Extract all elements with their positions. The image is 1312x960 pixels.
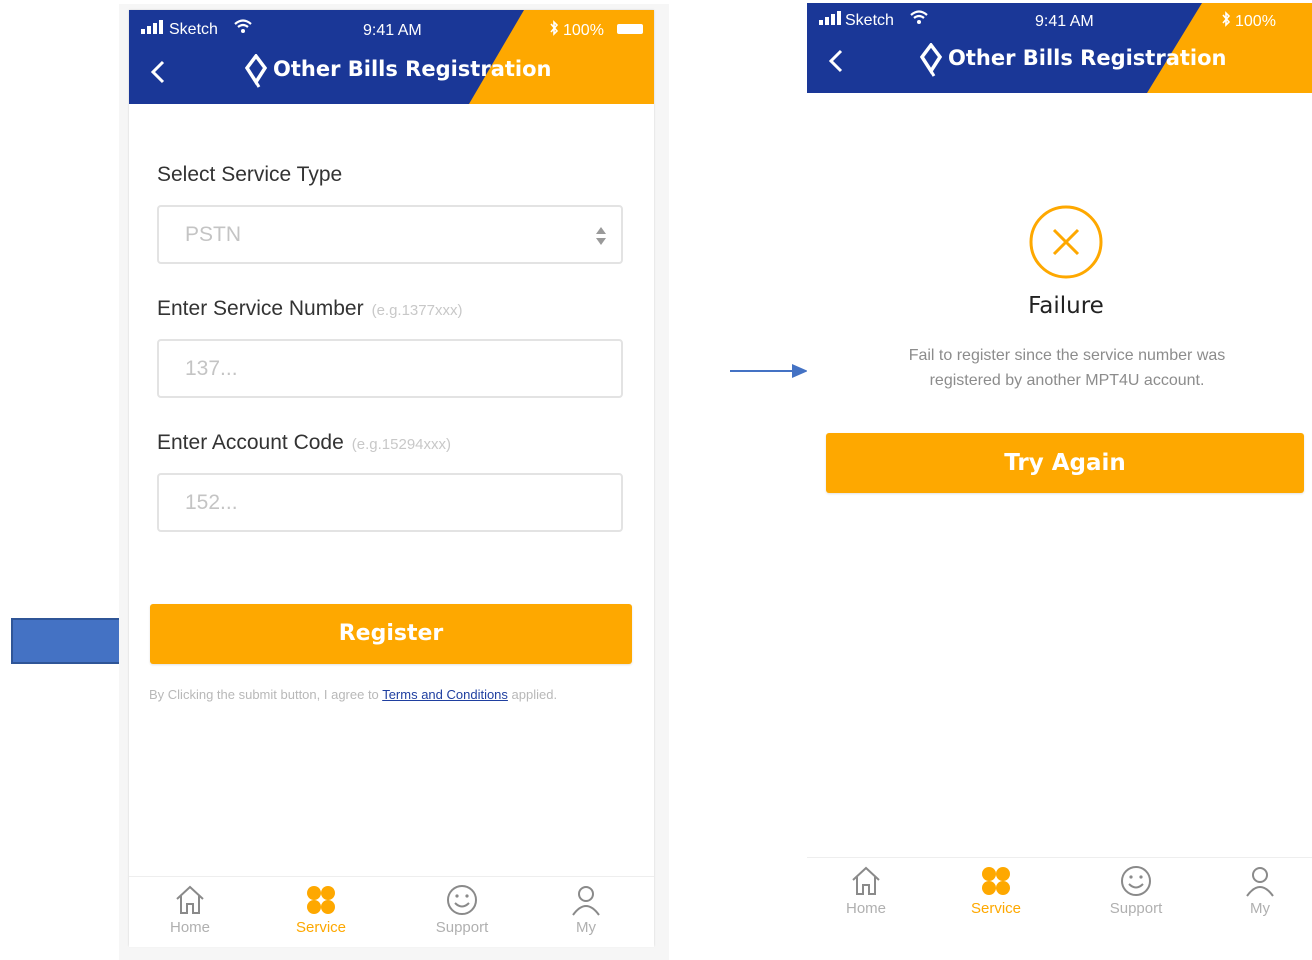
service-grid-icon xyxy=(307,886,335,914)
result-message: Fail to register since the service numbe… xyxy=(847,343,1287,393)
service-number-placeholder: 137... xyxy=(185,357,238,380)
brand-logo-icon xyxy=(244,53,268,88)
tab-my[interactable]: My xyxy=(551,883,621,945)
tab-my-label: My xyxy=(1250,900,1270,917)
tab-support-label: Support xyxy=(435,919,489,936)
brand-logo-icon xyxy=(919,42,943,77)
page-title: Other Bills Registration xyxy=(948,46,1227,70)
bluetooth-icon xyxy=(1221,11,1231,32)
smiley-icon xyxy=(447,885,477,915)
failure-phone-mockup: Sketch 9:41 AM 100% Other Bills Registra… xyxy=(807,3,1312,960)
home-icon xyxy=(176,885,204,914)
tab-support-label: Support xyxy=(1109,900,1163,917)
select-arrows-icon xyxy=(595,226,607,246)
tab-home-label: Home xyxy=(845,900,886,917)
app-header: Sketch 9:41 AM 100% Other Bills Registra… xyxy=(807,3,1312,93)
account-code-input[interactable]: 152... xyxy=(157,473,623,532)
service-type-label: Select Service Type xyxy=(157,163,342,187)
page-title: Other Bills Registration xyxy=(273,57,552,81)
terms-suffix: applied. xyxy=(511,687,558,702)
service-number-input[interactable]: 137... xyxy=(157,339,623,398)
registration-screen: Sketch 9:41 AM 100% Other Bills Registra… xyxy=(129,10,654,947)
tab-bar: Home Service Support My xyxy=(807,857,1312,928)
account-code-label-text: Enter Account Code xyxy=(157,431,344,454)
smiley-icon xyxy=(1121,866,1151,896)
tab-service[interactable]: Service xyxy=(961,864,1031,926)
register-button[interactable]: Register xyxy=(150,604,632,664)
result-message-line1: Fail to register since the service numbe… xyxy=(908,347,1226,364)
terms-notice: By Clicking the submit button, I agree t… xyxy=(149,687,557,702)
app-header: Sketch 9:41 AM 100% Other Bills Registra… xyxy=(129,10,654,104)
nav-bar: Other Bills Registration xyxy=(129,52,654,92)
service-number-label: Enter Service Number (e.g.1377xxx) xyxy=(157,297,462,321)
tab-service-label: Service xyxy=(295,919,347,936)
battery-icon xyxy=(617,24,643,34)
account-code-label: Enter Account Code (e.g.15294xxx) xyxy=(157,431,451,455)
result-message-line2: registered by another MPT4U account. xyxy=(929,372,1205,389)
service-type-label-text: Select Service Type xyxy=(157,163,343,186)
tab-support[interactable]: Support xyxy=(1101,864,1171,926)
try-again-button[interactable]: Try Again xyxy=(826,433,1304,493)
close-circle-icon xyxy=(1027,203,1105,281)
carrier-name: Sketch xyxy=(845,12,894,29)
terms-link[interactable]: Terms and Conditions xyxy=(382,687,508,702)
battery-percent: 100% xyxy=(1235,13,1276,30)
carrier-name: Sketch xyxy=(169,21,218,38)
status-bar: Sketch 9:41 AM 100% xyxy=(129,18,654,40)
result-title: Failure xyxy=(1028,293,1104,319)
tab-home[interactable]: Home xyxy=(831,864,901,926)
tab-my-label: My xyxy=(576,919,596,936)
tab-service-label: Service xyxy=(970,900,1022,917)
back-button[interactable] xyxy=(825,47,849,75)
signal-icon xyxy=(819,11,841,30)
battery-percent: 100% xyxy=(563,22,604,39)
service-number-hint: (e.g.1377xxx) xyxy=(371,302,463,319)
account-code-placeholder: 152... xyxy=(185,491,238,514)
bluetooth-icon xyxy=(549,20,559,41)
tab-home-label: Home xyxy=(169,919,210,936)
wifi-icon xyxy=(909,9,929,30)
service-type-value: PSTN xyxy=(185,223,242,246)
tab-my[interactable]: My xyxy=(1225,864,1295,926)
status-time: 9:41 AM xyxy=(1035,13,1094,30)
home-icon xyxy=(852,866,880,895)
person-icon xyxy=(1246,867,1274,897)
person-icon xyxy=(572,886,600,916)
service-type-select[interactable]: PSTN xyxy=(157,205,623,264)
tab-home[interactable]: Home xyxy=(155,883,225,945)
service-number-label-text: Enter Service Number xyxy=(157,297,364,320)
nav-bar: Other Bills Registration xyxy=(807,41,1312,81)
signal-icon xyxy=(141,20,163,39)
wifi-icon xyxy=(233,18,253,39)
tab-bar: Home Service Support My xyxy=(129,876,654,947)
registration-phone-mockup: Sketch 9:41 AM 100% Other Bills Registra… xyxy=(119,4,669,960)
back-button[interactable] xyxy=(147,58,171,86)
status-bar: Sketch 9:41 AM 100% xyxy=(807,9,1312,31)
status-time: 9:41 AM xyxy=(363,22,422,39)
account-code-hint: (e.g.15294xxx) xyxy=(351,436,452,453)
terms-prefix: By Clicking the submit button, I agree t… xyxy=(149,687,379,702)
service-grid-icon xyxy=(982,867,1010,895)
flow-arrow-right-icon xyxy=(728,361,810,381)
tab-support[interactable]: Support xyxy=(427,883,497,945)
tab-service[interactable]: Service xyxy=(286,883,356,945)
